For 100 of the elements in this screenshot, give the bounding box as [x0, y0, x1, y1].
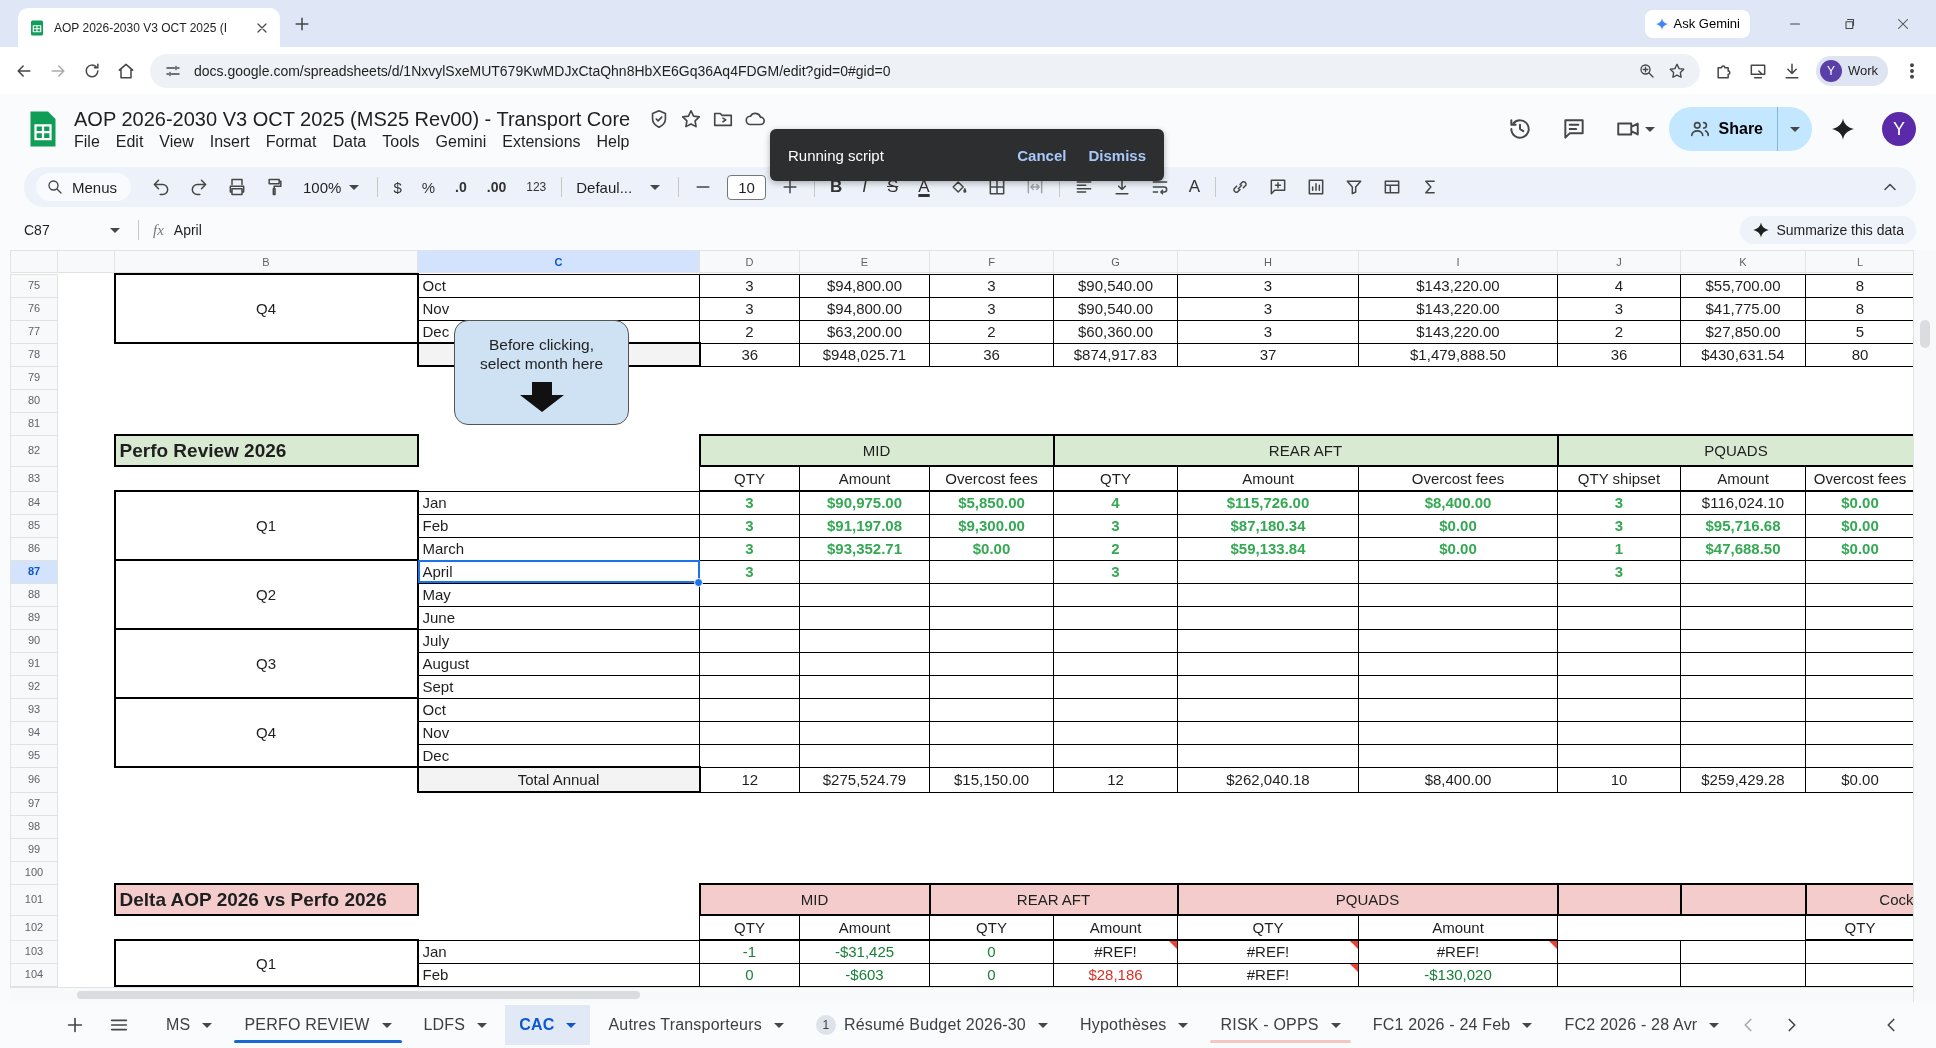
menu-search-field[interactable]: Menus — [36, 173, 132, 201]
group-heading: REAR AFT — [929, 884, 1178, 915]
zoom-dropdown[interactable]: 100% — [299, 178, 368, 196]
menu-item[interactable]: Tools — [382, 132, 428, 151]
number-format-button[interactable]: 123 — [521, 180, 552, 194]
sheet-tab[interactable]: 1 Résumé Budget 2026-30 — [801, 1005, 1062, 1045]
row-header[interactable]: 86 — [10, 537, 58, 560]
column-header[interactable]: D — [699, 250, 800, 273]
formula-field[interactable]: April — [173, 222, 202, 238]
row-header[interactable]: 77 — [10, 320, 58, 343]
column-header[interactable]: B — [114, 250, 418, 273]
column-header[interactable]: I — [1358, 250, 1558, 273]
column-heading: QTY — [1177, 915, 1359, 940]
name-box[interactable]: C87 — [24, 222, 124, 238]
row-header[interactable]: 103 — [10, 940, 58, 963]
increase-decimal-button[interactable]: .00 — [481, 179, 512, 195]
document-title[interactable]: AOP 2026-2030 V3 OCT 2025 (MS25 Rev00) - Transport Core — [74, 107, 631, 131]
ask-gemini-button[interactable]: Ask Gemini — [1644, 9, 1750, 38]
sheet-tab[interactable]: Hypothèses — [1066, 1005, 1203, 1045]
row-header[interactable]: 94 — [10, 721, 58, 744]
month-cell: Nov — [417, 721, 700, 744]
row-header[interactable]: 78 — [10, 343, 58, 366]
font-size-field[interactable]: 10 — [727, 174, 766, 200]
row-header[interactable]: 98 — [10, 815, 58, 838]
group-heading: MID — [699, 884, 930, 915]
table-cell: 12 — [1053, 767, 1178, 792]
row-header[interactable]: 76 — [10, 297, 58, 320]
table-cell: 3 — [699, 537, 800, 560]
address-bar[interactable]: docs.google.com/spreadsheets/d/1NxvylSxeMUT679KwMDJxCtaQhn8HbXE6Gq36Aq4FDGM/edit?gid=0#gid=0 — [150, 53, 1700, 88]
table-cell: -$31,425 — [799, 940, 930, 963]
row-header[interactable]: 100 — [10, 861, 58, 884]
profile-chip[interactable]: Y Work — [1815, 55, 1888, 86]
sheet-tab[interactable]: PERFO REVIEW — [230, 1005, 406, 1045]
quarter-cell: Q1 — [114, 940, 418, 986]
column-header[interactable]: F — [929, 250, 1054, 273]
row-header[interactable]: 83 — [10, 466, 58, 491]
sheet-tab[interactable]: LDFS — [409, 1005, 502, 1045]
row-header[interactable]: 104 — [10, 963, 58, 986]
menu-item[interactable]: Extensions — [502, 132, 589, 151]
row-header[interactable]: 96 — [10, 767, 58, 792]
row-header[interactable]: 82 — [10, 435, 58, 466]
sheet-tab[interactable]: MS — [152, 1005, 227, 1045]
column-header[interactable]: J — [1557, 250, 1681, 273]
table-cell: $55,700.00 — [1680, 274, 1806, 297]
count-badge: 1 — [815, 1015, 836, 1035]
profile-avatar: Y — [1819, 59, 1842, 82]
table-cell: $948,025.71 — [799, 343, 930, 366]
table-cell: $90,540.00 — [1053, 297, 1178, 320]
column-header[interactable]: G — [1053, 250, 1178, 273]
menu-item[interactable]: Insert — [209, 132, 258, 151]
row-header[interactable]: 88 — [10, 583, 58, 606]
table-cell: $91,197.08 — [799, 514, 930, 537]
row-header[interactable]: 95 — [10, 744, 58, 767]
menu-item[interactable]: Edit — [115, 132, 152, 151]
browser-tab[interactable]: AOP 2026-2030 V3 OCT 2025 (I — [18, 8, 280, 47]
row-header[interactable]: 91 — [10, 652, 58, 675]
row-header[interactable]: 80 — [10, 389, 58, 412]
menu-item[interactable]: File — [74, 132, 108, 151]
row-header[interactable]: 101 — [10, 884, 58, 915]
column-header[interactable]: H — [1177, 250, 1359, 273]
sheet-tab[interactable]: FC1 2026 - 24 Feb — [1358, 1005, 1547, 1045]
menu-item[interactable]: Format — [265, 132, 325, 151]
menu-item[interactable]: View — [159, 132, 202, 151]
menu-item[interactable]: Data — [332, 132, 375, 151]
row-header[interactable]: 79 — [10, 366, 58, 389]
row-header[interactable]: 93 — [10, 698, 58, 721]
decrease-decimal-button[interactable]: .0 — [450, 179, 472, 195]
row-header[interactable]: 75 — [10, 274, 58, 297]
column-header[interactable]: C — [417, 250, 700, 273]
toast-action-button[interactable]: Cancel — [1017, 146, 1067, 164]
text-rotation-button[interactable]: A — [1183, 177, 1205, 197]
percent-button[interactable]: % — [416, 178, 441, 196]
font-dropdown[interactable]: Defaul... — [572, 178, 669, 196]
table-cell: $259,429.28 — [1680, 767, 1806, 792]
menu-item[interactable]: Help — [596, 132, 638, 151]
sheet-tab[interactable]: Autres Transporteurs — [594, 1005, 798, 1045]
account-avatar[interactable]: Y — [1882, 112, 1916, 146]
column-heading: QTY shipset — [1557, 466, 1681, 491]
sheet-tab[interactable]: RISK - OPPS — [1206, 1005, 1355, 1045]
row-header[interactable]: 99 — [10, 838, 58, 861]
row-header[interactable]: 81 — [10, 412, 58, 435]
row-header[interactable]: 102 — [10, 915, 58, 940]
row-header[interactable]: 84 — [10, 491, 58, 514]
row-header[interactable]: 92 — [10, 675, 58, 698]
sheet-tab[interactable]: CAC — [505, 1005, 591, 1045]
column-header[interactable]: E — [799, 250, 930, 273]
column-heading: QTY — [1053, 466, 1178, 491]
row-header[interactable]: 89 — [10, 606, 58, 629]
summarize-button[interactable]: Summarize this data — [1740, 216, 1916, 244]
row-header[interactable]: 87 — [10, 560, 58, 583]
row-header[interactable]: 90 — [10, 629, 58, 652]
row-header[interactable]: 97 — [10, 792, 58, 815]
menu-item[interactable]: Gemini — [435, 132, 495, 151]
currency-button[interactable]: $ — [388, 178, 407, 196]
table-cell: $8,400.00 — [1358, 767, 1558, 792]
row-header[interactable]: 85 — [10, 514, 58, 537]
column-header[interactable]: L — [1805, 250, 1913, 273]
toast-action-button[interactable]: Dismiss — [1088, 146, 1146, 164]
column-header[interactable]: K — [1680, 250, 1806, 273]
sheet-tab[interactable]: FC2 2026 - 28 Avr — [1550, 1005, 1734, 1045]
